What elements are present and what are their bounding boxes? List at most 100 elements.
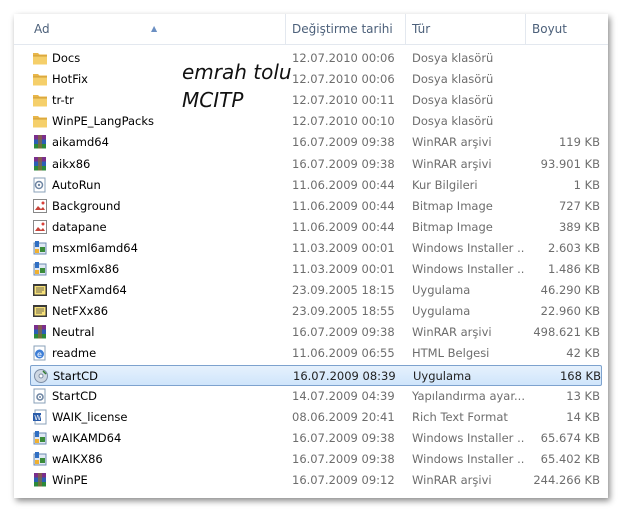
file-date: 16.07.2009 09:38 bbox=[292, 135, 395, 150]
file-date: 11.06.2009 00:44 bbox=[292, 177, 395, 192]
file-type: Dosya klasörü bbox=[412, 51, 494, 65]
file-date: 16.07.2009 09:38 bbox=[292, 325, 395, 340]
file-name: StartCD bbox=[52, 388, 97, 403]
file-row[interactable]: WinPE_LangPacks 12.07.2010 00:10 Dosya kla… bbox=[14, 111, 608, 132]
winrar-icon bbox=[32, 156, 48, 172]
file-size: 13 KB bbox=[566, 388, 600, 403]
file-type: Windows Installer ... bbox=[412, 240, 524, 255]
file-date: 12.07.2010 00:11 bbox=[292, 93, 395, 108]
file-type: HTML Belgesi bbox=[412, 346, 490, 361]
file-size: 93.901 KB bbox=[540, 156, 600, 171]
file-size: 244.266 KB bbox=[533, 473, 600, 487]
column-header-name[interactable]: Ad ▲ bbox=[14, 14, 286, 44]
file-row[interactable]: NetFXx86 23.09.2005 18:55 Uygulama 22.960 K… bbox=[14, 301, 608, 322]
bitmap-icon bbox=[32, 198, 48, 214]
file-size: 1.486 KB bbox=[547, 262, 600, 276]
config-icon bbox=[32, 388, 48, 404]
file-size: 389 KB bbox=[558, 219, 600, 234]
file-row[interactable]: msxml6amd64 11.03.2009 00:01 Windows Insta… bbox=[14, 238, 608, 259]
file-type: Windows Installer ... bbox=[412, 262, 524, 276]
file-explorer-list: Ad ▲ Değiştirme tarihi Tür Boyut Docs 12.… bbox=[14, 14, 608, 498]
file-type: Dosya klasörü bbox=[412, 72, 494, 87]
column-header-type[interactable]: Tür bbox=[406, 14, 526, 44]
column-header-size-label: Boyut bbox=[532, 22, 567, 36]
file-size: 14 KB bbox=[566, 409, 600, 424]
file-type: Kur Bilgileri bbox=[412, 177, 478, 192]
file-row[interactable]: HotFix 12.07.2010 00:06 Dosya klasörü bbox=[14, 69, 608, 90]
file-name: readme bbox=[52, 346, 97, 361]
file-date: 14.07.2009 04:39 bbox=[292, 388, 395, 403]
file-date: 16.07.2009 08:39 bbox=[293, 368, 396, 383]
column-header-size[interactable]: Boyut bbox=[526, 14, 608, 44]
file-size: 46.290 KB bbox=[540, 283, 600, 298]
file-row[interactable]: tr-tr 12.07.2010 00:11 Dosya klasörü bbox=[14, 90, 608, 111]
file-size: 42 KB bbox=[566, 346, 600, 361]
file-row[interactable]: wAIKX86 16.07.2009 09:38 Windows Installer… bbox=[14, 449, 608, 470]
file-row[interactable]: datapane 11.06.2009 00:44 Bitmap Image 389 … bbox=[14, 217, 608, 238]
file-row[interactable]: AutoRun 11.06.2009 00:44 Kur Bilgileri 1 KB bbox=[14, 175, 608, 196]
file-date: 16.07.2009 09:38 bbox=[292, 451, 395, 466]
file-date: 12.07.2010 00:06 bbox=[292, 72, 395, 87]
file-name: msxml6x86 bbox=[52, 262, 120, 276]
watermark-text: emrah tolu MCITP bbox=[182, 58, 292, 114]
file-row[interactable]: StartCD 16.07.2009 08:39 Uygulama 168 KB bbox=[30, 364, 602, 386]
watermark-line-1: emrah tolu bbox=[182, 60, 292, 84]
file-row[interactable]: Docs 12.07.2010 00:06 Dosya klasörü bbox=[14, 48, 608, 69]
winrar-icon bbox=[32, 472, 48, 488]
file-date: 11.06.2009 06:55 bbox=[292, 346, 395, 361]
file-size: 727 KB bbox=[558, 198, 600, 213]
file-date: 16.07.2009 09:38 bbox=[292, 156, 395, 171]
file-type: Uygulama bbox=[412, 304, 471, 319]
file-date: 11.03.2009 00:01 bbox=[292, 240, 395, 255]
sort-ascending-icon: ▲ bbox=[151, 24, 158, 33]
file-date: 12.07.2010 00:10 bbox=[292, 114, 395, 129]
installer-icon bbox=[32, 451, 48, 467]
folder-icon bbox=[32, 92, 48, 108]
file-row[interactable]: Neutral 16.07.2009 09:38 WinRAR arşivi 498.… bbox=[14, 322, 608, 343]
file-size: 498.621 KB bbox=[533, 325, 600, 340]
startcd-app-icon bbox=[33, 368, 49, 384]
installer-icon bbox=[32, 261, 48, 277]
column-header-name-label: Ad bbox=[34, 22, 50, 36]
file-date: 11.03.2009 00:01 bbox=[292, 262, 395, 276]
file-type: Bitmap Image bbox=[412, 219, 493, 234]
file-row[interactable]: StartCD 14.07.2009 04:39 Yapılandırma ayar… bbox=[14, 386, 608, 407]
file-date: 16.07.2009 09:12 bbox=[292, 473, 395, 487]
file-type: Windows Installer ... bbox=[412, 451, 524, 466]
file-row[interactable]: aikx86 16.07.2009 09:38 WinRAR arşivi 93.90… bbox=[14, 154, 608, 175]
word-doc-icon: W bbox=[32, 409, 48, 425]
file-type: Dosya klasörü bbox=[412, 93, 494, 108]
file-size: 119 KB bbox=[558, 135, 600, 150]
file-type: WinRAR arşivi bbox=[412, 473, 492, 487]
file-name: Neutral bbox=[52, 325, 95, 340]
file-name: aikamd64 bbox=[52, 135, 109, 150]
file-row[interactable]: W WAIK_license 08.06.2009 20:41 Rich Text F… bbox=[14, 407, 608, 428]
netfx-app-icon bbox=[32, 303, 48, 319]
html-doc-icon: e bbox=[32, 345, 48, 361]
file-date: 23.09.2005 18:55 bbox=[292, 304, 395, 319]
file-row[interactable]: wAIKAMD64 16.07.2009 09:38 Windows Install… bbox=[14, 428, 608, 449]
bitmap-icon bbox=[32, 219, 48, 235]
column-header-date[interactable]: Değiştirme tarihi bbox=[286, 14, 406, 44]
file-date: 16.07.2009 09:38 bbox=[292, 430, 395, 445]
file-date: 08.06.2009 20:41 bbox=[292, 409, 395, 424]
file-row[interactable]: WinPE 16.07.2009 09:12 WinRAR arşivi 244.26… bbox=[14, 470, 608, 491]
file-name: AutoRun bbox=[52, 177, 101, 192]
file-type: WinRAR arşivi bbox=[412, 135, 492, 150]
watermark-line-2: MCITP bbox=[182, 88, 244, 112]
svg-text:W: W bbox=[34, 413, 41, 421]
file-size: 65.674 KB bbox=[540, 430, 600, 445]
file-date: 12.07.2010 00:06 bbox=[292, 51, 395, 65]
file-row[interactable]: msxml6x86 11.03.2009 00:01 Windows Install… bbox=[14, 259, 608, 280]
file-row[interactable]: NetFXamd64 23.09.2005 18:15 Uygulama 46.290… bbox=[14, 280, 608, 301]
column-header-type-label: Tür bbox=[412, 22, 431, 36]
file-type: WinRAR arşivi bbox=[412, 325, 492, 340]
file-row[interactable]: e readme 11.06.2009 06:55 HTML Belgesi 42 KB bbox=[14, 343, 608, 364]
file-name: WAIK_license bbox=[52, 409, 128, 424]
file-name: Background bbox=[52, 198, 121, 213]
file-type: Uygulama bbox=[413, 368, 472, 383]
file-row[interactable]: Background 11.06.2009 00:44 Bitmap Image 72… bbox=[14, 196, 608, 217]
file-row[interactable]: aikamd64 16.07.2009 09:38 WinRAR arşivi 119… bbox=[14, 132, 608, 153]
file-name: NetFXamd64 bbox=[52, 283, 127, 298]
file-name: aikx86 bbox=[52, 156, 91, 171]
